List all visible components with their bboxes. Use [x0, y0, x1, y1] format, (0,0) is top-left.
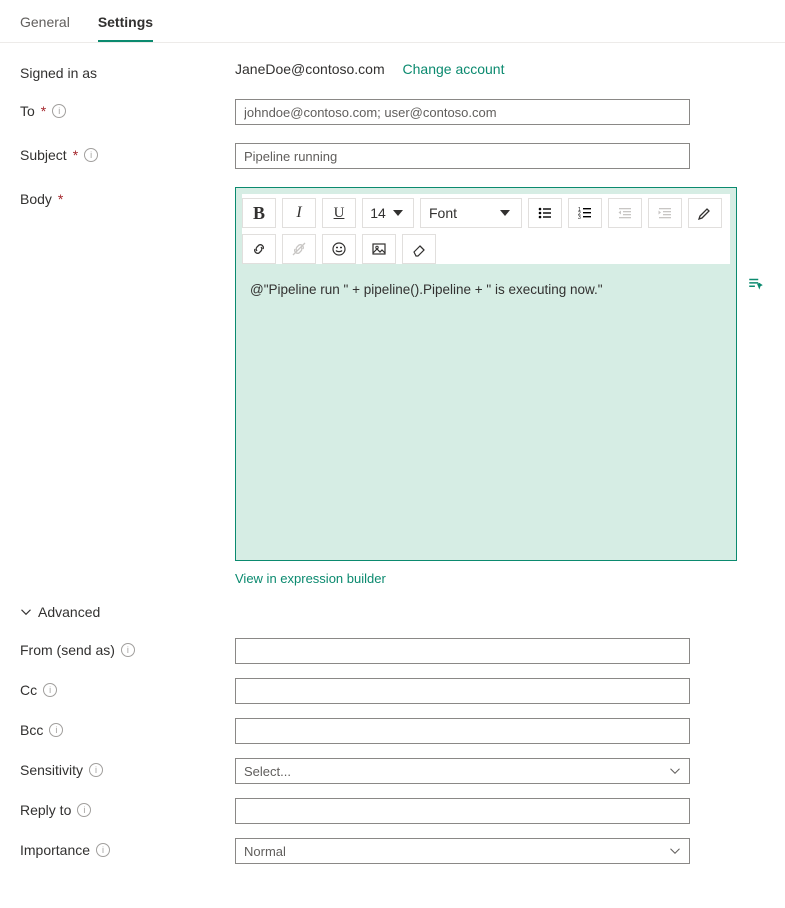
dynamic-content-button[interactable]: [747, 275, 765, 296]
from-input[interactable]: [235, 638, 690, 664]
tab-general[interactable]: General: [20, 8, 70, 42]
importance-value: Normal: [244, 844, 286, 859]
to-input[interactable]: [235, 99, 690, 125]
body-textarea[interactable]: @"Pipeline run " + pipeline().Pipeline +…: [236, 270, 736, 560]
underline-button[interactable]: U: [322, 198, 356, 228]
to-label: To: [20, 103, 35, 119]
tabs-bar: General Settings: [0, 0, 785, 43]
tab-settings[interactable]: Settings: [98, 8, 153, 42]
chevron-down-icon: [20, 606, 32, 618]
bold-button[interactable]: B: [242, 198, 276, 228]
editor-toolbar: B I U 14 Font: [242, 194, 730, 264]
subject-input[interactable]: [235, 143, 690, 169]
indent-button[interactable]: [648, 198, 682, 228]
bullet-list-button[interactable]: [528, 198, 562, 228]
bcc-input[interactable]: [235, 718, 690, 744]
advanced-label: Advanced: [38, 604, 100, 620]
from-label: From (send as): [20, 642, 115, 658]
chevron-down-icon: [669, 765, 681, 777]
settings-form: Signed in as JaneDoe@contoso.com Change …: [0, 43, 785, 908]
sensitivity-value: Select...: [244, 764, 291, 779]
subject-label: Subject: [20, 147, 67, 163]
info-icon[interactable]: i: [89, 763, 103, 777]
font-family-select[interactable]: Font: [420, 198, 522, 228]
info-icon[interactable]: i: [77, 803, 91, 817]
eraser-button[interactable]: [402, 234, 436, 264]
info-icon[interactable]: i: [84, 148, 98, 162]
info-icon[interactable]: i: [43, 683, 57, 697]
cc-input[interactable]: [235, 678, 690, 704]
reply-to-input[interactable]: [235, 798, 690, 824]
chevron-down-icon: [669, 845, 681, 857]
image-button[interactable]: [362, 234, 396, 264]
number-list-button[interactable]: 123: [568, 198, 602, 228]
info-icon[interactable]: i: [121, 643, 135, 657]
chevron-down-icon: [497, 205, 513, 221]
info-icon[interactable]: i: [96, 843, 110, 857]
font-size-select[interactable]: 14: [362, 198, 414, 228]
signed-in-email: JaneDoe@contoso.com: [235, 61, 385, 77]
required-asterisk: *: [58, 191, 63, 207]
view-expression-builder-link[interactable]: View in expression builder: [235, 571, 386, 586]
advanced-toggle[interactable]: Advanced: [20, 604, 765, 620]
highlight-button[interactable]: [688, 198, 722, 228]
unlink-button[interactable]: [282, 234, 316, 264]
body-editor: B I U 14 Font: [235, 187, 737, 561]
required-asterisk: *: [73, 147, 78, 163]
info-icon[interactable]: i: [49, 723, 63, 737]
required-asterisk: *: [41, 103, 46, 119]
info-icon[interactable]: i: [52, 104, 66, 118]
sensitivity-select[interactable]: Select...: [235, 758, 690, 784]
importance-label: Importance: [20, 842, 90, 858]
link-button[interactable]: [242, 234, 276, 264]
signed-in-label: Signed in as: [20, 65, 97, 81]
font-size-value: 14: [370, 205, 386, 221]
bcc-label: Bcc: [20, 722, 43, 738]
italic-button[interactable]: I: [282, 198, 316, 228]
cc-label: Cc: [20, 682, 37, 698]
sensitivity-label: Sensitivity: [20, 762, 83, 778]
outdent-button[interactable]: [608, 198, 642, 228]
svg-text:3: 3: [578, 215, 581, 221]
body-label: Body: [20, 191, 52, 207]
change-account-link[interactable]: Change account: [403, 61, 505, 77]
chevron-down-icon: [390, 205, 406, 221]
reply-to-label: Reply to: [20, 802, 71, 818]
importance-select[interactable]: Normal: [235, 838, 690, 864]
emoji-button[interactable]: [322, 234, 356, 264]
font-family-value: Font: [429, 205, 457, 221]
